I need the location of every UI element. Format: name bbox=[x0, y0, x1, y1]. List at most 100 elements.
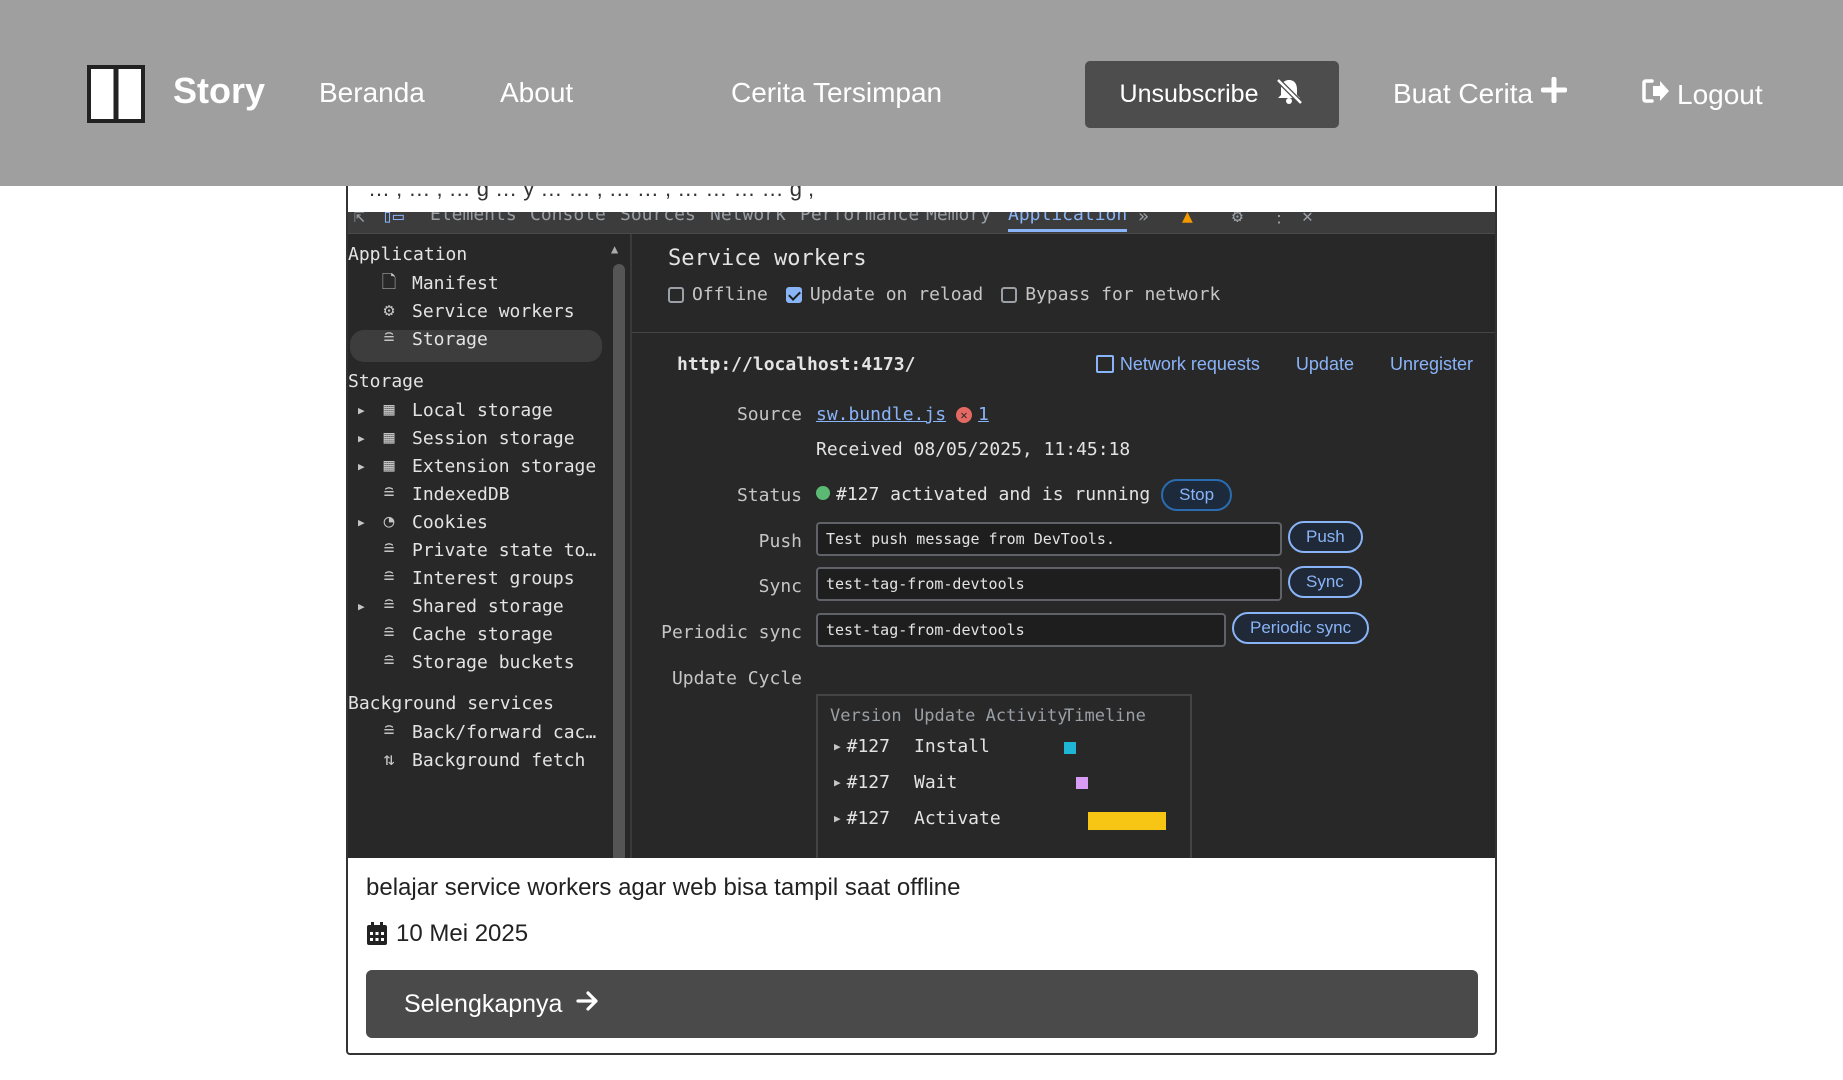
expand-arrow-icon: ▶ bbox=[358, 515, 365, 529]
sign-out-icon bbox=[1641, 77, 1671, 112]
panel-checkboxes: Offline Update on reload Bypass for netw… bbox=[668, 284, 1220, 305]
sidebar-item-cache-storage: ≘ Cache storage bbox=[378, 623, 553, 645]
devtools-tab: Performance bbox=[800, 212, 920, 225]
nav-about[interactable]: About bbox=[500, 77, 573, 109]
arrow-right-icon bbox=[576, 990, 600, 1019]
bell-slash-icon bbox=[1274, 77, 1304, 112]
cycle-row-activity: Wait bbox=[914, 772, 958, 793]
more-tabs-icon: » bbox=[1138, 212, 1149, 227]
gear-icon: ⚙ bbox=[1232, 212, 1243, 227]
error-icon: ✕ bbox=[956, 407, 973, 423]
network-requests-icon bbox=[1095, 355, 1114, 373]
cycle-header-activity: Update Activity bbox=[914, 706, 1068, 726]
network-requests-link: Network requests bbox=[1095, 354, 1260, 375]
devtools-tab: Console bbox=[530, 212, 606, 225]
status-value: #127 activated and is running Stop bbox=[816, 479, 1233, 511]
database-icon: ≘ bbox=[383, 595, 395, 616]
create-story-link[interactable]: Buat Cerita bbox=[1393, 76, 1568, 110]
database-icon: ≘ bbox=[383, 328, 395, 349]
update-link: Update bbox=[1295, 354, 1354, 374]
logout-link[interactable]: Logout bbox=[1641, 77, 1763, 112]
periodic-sync-field: test-tag-from-devtools bbox=[816, 613, 1226, 647]
table-icon: ▦ bbox=[383, 399, 395, 420]
read-more-label: Selengkapnya bbox=[404, 989, 563, 1018]
sidebar-item-shared-storage: ▶ ≘ Shared storage bbox=[358, 595, 564, 617]
sidebar-item-session-storage: ▶ ▦ Session storage bbox=[358, 427, 575, 449]
push-button-wrap: Push bbox=[1288, 521, 1363, 553]
timeline-mark-install bbox=[1064, 742, 1076, 754]
table-icon: ▦ bbox=[383, 455, 395, 476]
sidebar-item-bfcache: ≘ Back/forward cac… bbox=[378, 721, 597, 743]
bypass-network-checkbox: Bypass for network bbox=[1001, 284, 1220, 305]
cycle-row-version: ▶ #127 bbox=[834, 736, 890, 757]
database-icon: ≘ bbox=[383, 651, 395, 672]
sidebar-section-background-services: Background services bbox=[348, 693, 554, 714]
database-icon: ≘ bbox=[383, 623, 395, 644]
calendar-icon bbox=[366, 922, 388, 946]
inspect-icon: ⇱ bbox=[354, 212, 365, 227]
periodic-sync-button: Periodic sync bbox=[1232, 612, 1370, 644]
story-image: ⇱ ▯▭ Elements Console Sources Network Pe… bbox=[348, 212, 1495, 858]
expand-arrow-icon: ▶ bbox=[358, 403, 365, 417]
stop-button: Stop bbox=[1161, 479, 1233, 511]
sync-button-wrap: Sync bbox=[1288, 566, 1362, 598]
nav-cerita-tersimpan[interactable]: Cerita Tersimpan bbox=[731, 77, 942, 109]
devtools-tab: Elements bbox=[430, 212, 517, 225]
sidebar-item-private-state: ≘ Private state to… bbox=[378, 539, 597, 561]
database-icon: ≘ bbox=[383, 567, 395, 588]
sidebar-item-interest-groups: ≘ Interest groups bbox=[378, 567, 575, 589]
timeline-mark-activate bbox=[1088, 812, 1166, 830]
database-icon: ≘ bbox=[383, 721, 395, 742]
arrows-up-down-icon: ⇅ bbox=[383, 749, 395, 770]
create-story-label: Buat Cerita bbox=[1393, 77, 1534, 109]
device-toolbar-icon: ▯▭ bbox=[382, 212, 404, 227]
cycle-header-version: Version bbox=[830, 706, 902, 726]
database-icon: ≘ bbox=[383, 483, 395, 504]
periodic-sync-label: Periodic sync bbox=[661, 622, 802, 643]
sidebar-item-local-storage: ▶ ▦ Local storage bbox=[358, 399, 553, 421]
devtools-tabbar: ⇱ ▯▭ Elements Console Sources Network Pe… bbox=[348, 212, 1495, 234]
service-workers-panel: Service workers Offline Update on reload… bbox=[632, 234, 1495, 858]
sidebar-item-manifest: 🗋 Manifest bbox=[378, 272, 499, 294]
cycle-row-version: ▶ #127 bbox=[834, 808, 890, 829]
kebab-menu-icon: ⋮ bbox=[1270, 212, 1288, 227]
expand-arrow-icon: ▶ bbox=[358, 459, 365, 473]
unsubscribe-label: Unsubscribe bbox=[1119, 80, 1259, 108]
gears-icon: ⚙ bbox=[383, 300, 395, 321]
offline-checkbox: Offline bbox=[668, 284, 768, 305]
sidebar-item-service-workers: ⚙ Service workers bbox=[378, 300, 575, 322]
sync-label: Sync bbox=[758, 576, 802, 597]
book-open-icon[interactable] bbox=[86, 64, 146, 124]
status-running-icon bbox=[816, 486, 830, 500]
sidebar-item-indexeddb: ≘ IndexedDB bbox=[378, 483, 510, 505]
sidebar-item-extension-storage: ▶ ▦ Extension storage bbox=[358, 455, 597, 477]
sidebar-section-application: Application bbox=[348, 244, 468, 265]
brand-link[interactable]: Story bbox=[173, 70, 265, 112]
timeline-mark-wait bbox=[1076, 777, 1088, 789]
story-description: belajar service workers agar web bisa ta… bbox=[366, 874, 961, 901]
story-date-text: 10 Mei 2025 bbox=[396, 920, 529, 947]
file-icon: 🗋 bbox=[381, 272, 397, 293]
plus-icon bbox=[1540, 76, 1568, 110]
devtools-sidebar: ▲ Application 🗋 Manifest ⚙ Service workers… bbox=[348, 234, 628, 858]
devtools-tab: Network bbox=[710, 212, 786, 225]
sidebar-section-storage: Storage bbox=[348, 371, 424, 392]
unregister-link: Unregister bbox=[1389, 354, 1473, 374]
expand-arrow-icon: ▶ bbox=[358, 599, 365, 613]
read-more-button[interactable]: Selengkapnya bbox=[366, 970, 1478, 1038]
sidebar-item-background-fetch: ⇅ Background fetch bbox=[378, 749, 586, 771]
devtools-tab-active: Application bbox=[1008, 212, 1128, 232]
received-text: Received 08/05/2025, 11:45:18 bbox=[816, 439, 1131, 460]
nav-beranda[interactable]: Beranda bbox=[319, 77, 425, 109]
sidebar-scrollbar bbox=[613, 264, 625, 858]
sidebar-item-storage-overview: ≘ Storage bbox=[378, 328, 488, 350]
database-icon: ≘ bbox=[383, 539, 395, 560]
periodic-sync-button-wrap: Periodic sync bbox=[1232, 612, 1370, 644]
update-on-reload-checkbox: Update on reload bbox=[785, 284, 983, 305]
unsubscribe-button[interactable]: Unsubscribe bbox=[1085, 61, 1339, 128]
panel-title: Service workers bbox=[668, 246, 867, 271]
table-icon: ▦ bbox=[383, 427, 395, 448]
warning-icon: ▲ bbox=[1182, 212, 1193, 227]
cycle-row-version: ▶ #127 bbox=[834, 772, 890, 793]
story-date: 10 Mei 2025 bbox=[366, 920, 528, 948]
